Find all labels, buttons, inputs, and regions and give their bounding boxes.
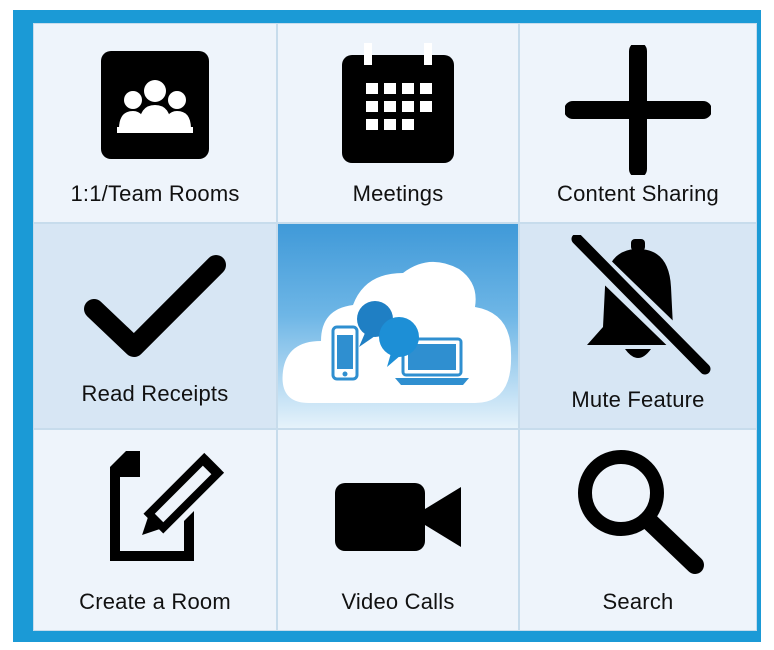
tile-label-mute-feature: Mute Feature (571, 387, 705, 412)
tile-label-create-room: Create a Room (79, 589, 231, 614)
tile-search[interactable]: Search (519, 429, 757, 631)
feature-grid: 1:1/Team Rooms Meetings Content Sharing … (33, 23, 757, 631)
tile-read-receipts[interactable]: Read Receipts (33, 223, 277, 429)
tile-create-room[interactable]: Create a Room (33, 429, 277, 631)
cloud-devices-chat-icon (282, 261, 512, 403)
edit-document-icon (110, 451, 225, 561)
tile-video-calls[interactable]: Video Calls (277, 429, 519, 631)
tile-label-search: Search (602, 589, 674, 614)
center-cloud-tile (277, 223, 519, 429)
tile-label-content-sharing: Content Sharing (557, 181, 719, 206)
tile-label-team-rooms: 1:1/Team Rooms (70, 181, 240, 206)
tile-label-meetings: Meetings (352, 181, 444, 206)
tile-mute-feature[interactable]: Mute Feature (519, 223, 757, 429)
tile-label-read-receipts: Read Receipts (81, 381, 229, 406)
bell-muted-icon (565, 235, 713, 375)
tile-content-sharing[interactable]: Content Sharing (519, 23, 757, 223)
tile-label-video-calls: Video Calls (341, 589, 455, 614)
feature-grid-frame: 1:1/Team Rooms Meetings Content Sharing … (13, 10, 761, 642)
tile-meetings[interactable]: Meetings (277, 23, 519, 223)
people-group-icon (101, 51, 209, 159)
plus-icon (565, 45, 711, 175)
tile-team-rooms[interactable]: 1:1/Team Rooms (33, 23, 277, 223)
checkmark-icon (84, 255, 226, 357)
calendar-icon (342, 43, 454, 163)
search-icon (578, 450, 704, 574)
video-camera-icon (335, 483, 461, 551)
